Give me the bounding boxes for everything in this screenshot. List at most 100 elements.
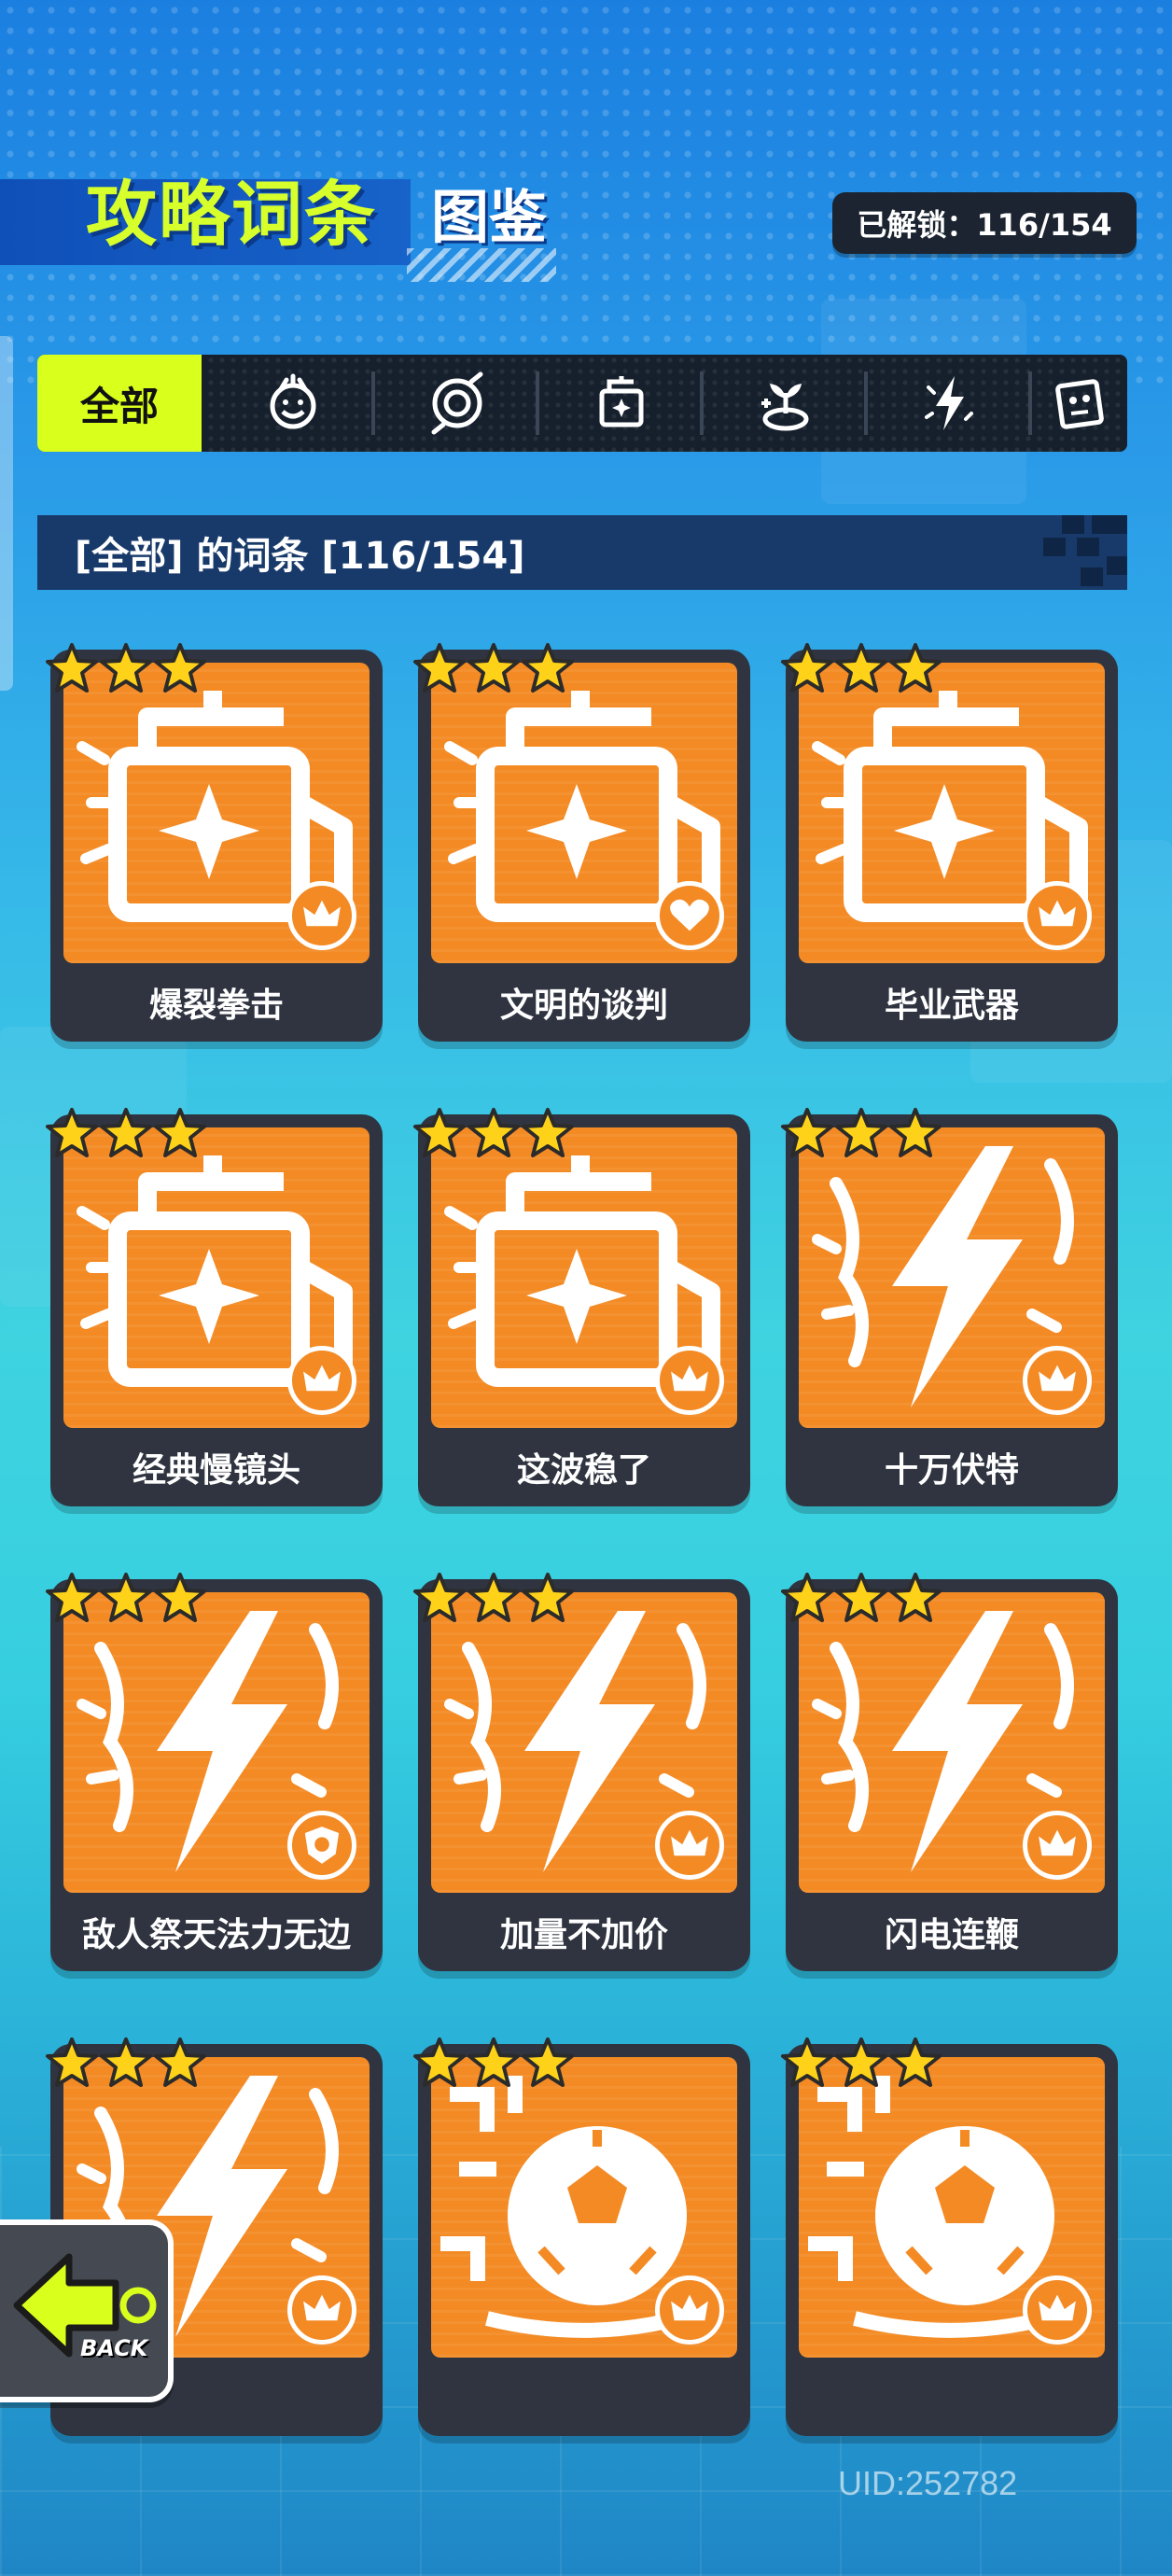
card-artwork (63, 1592, 370, 1893)
crown-icon (655, 2275, 724, 2345)
crown-icon (655, 1346, 724, 1415)
card-name: 毕业武器 (884, 987, 1019, 1025)
section-header: [全部] 的词条 [116/154] (37, 515, 1127, 590)
robot-box-icon (1055, 379, 1104, 429)
card-name (418, 2365, 750, 2429)
entry-card[interactable]: 文明的谈判 (418, 650, 750, 1042)
card-name: 文明的谈判 (499, 987, 668, 1025)
entry-card[interactable] (786, 2044, 1118, 2436)
card-artwork (431, 2057, 737, 2358)
star-icon (521, 1572, 575, 1626)
star-icon (412, 2037, 467, 2091)
crown-icon (1023, 881, 1092, 950)
card-artwork (799, 2057, 1105, 2358)
card-artwork (799, 1592, 1105, 1893)
star-icon (780, 1107, 834, 1161)
star-icon (153, 2037, 207, 2091)
card-name (786, 2365, 1118, 2429)
tab-divider (371, 371, 375, 435)
card-name: 这波稳了 (516, 1451, 651, 1490)
star-icon (888, 1107, 942, 1161)
star-icon (780, 642, 834, 696)
star-rating (45, 1107, 207, 1161)
lightning-icon (925, 376, 973, 430)
back-button[interactable]: BACK (0, 2219, 174, 2402)
shield-icon (287, 1811, 356, 1880)
star-icon (467, 1572, 521, 1626)
tab-lightning[interactable] (872, 355, 1028, 452)
star-icon (888, 642, 942, 696)
card-artwork (799, 663, 1105, 963)
page-subtitle: 图鉴 (431, 183, 548, 251)
star-icon (467, 2037, 521, 2091)
star-icon (467, 1107, 521, 1161)
cannon-device-icon (599, 376, 644, 427)
star-icon (834, 2037, 888, 2091)
card-artwork (63, 663, 370, 963)
star-rating (412, 1107, 575, 1161)
crown-icon (1023, 2275, 1092, 2345)
star-icon (780, 1572, 834, 1626)
star-icon (521, 642, 575, 696)
tab-all[interactable]: 全部 (37, 355, 202, 452)
card-name: 闪电连鞭 (884, 1916, 1019, 1954)
star-rating (45, 1572, 207, 1626)
card-name: 十万伏特 (884, 1451, 1019, 1490)
entry-card[interactable]: 加量不加价 (418, 1579, 750, 1971)
star-rating (780, 2037, 942, 2091)
star-icon (99, 1572, 153, 1626)
star-rating (780, 1572, 942, 1626)
back-label: BACK (80, 2335, 148, 2361)
card-artwork (63, 1127, 370, 1428)
star-icon (888, 1572, 942, 1626)
card-name: 经典慢镜头 (132, 1451, 300, 1490)
tab-healing-plant[interactable] (707, 355, 864, 452)
star-icon (45, 642, 99, 696)
card-artwork (431, 663, 737, 963)
crown-icon (1023, 1346, 1092, 1415)
star-icon (888, 2037, 942, 2091)
star-icon (153, 642, 207, 696)
star-icon (412, 1107, 467, 1161)
entry-card[interactable]: 毕业武器 (786, 650, 1118, 1042)
entry-card[interactable]: 闪电连鞭 (786, 1579, 1118, 1971)
entry-card[interactable]: 这波稳了 (418, 1114, 750, 1506)
card-name: 敌人祭天法力无边 (81, 1916, 351, 1954)
tab-cannon-device[interactable] (543, 355, 700, 452)
crown-icon (287, 881, 356, 950)
star-icon (834, 642, 888, 696)
tab-robot-box[interactable] (1032, 355, 1127, 452)
crown-icon (287, 1346, 356, 1415)
fist-face-icon (270, 373, 316, 429)
star-icon (467, 642, 521, 696)
star-rating (780, 642, 942, 696)
entry-card[interactable] (418, 2044, 750, 2436)
star-rating (412, 1572, 575, 1626)
star-icon (45, 2037, 99, 2091)
tab-divider (864, 371, 868, 435)
tab-divider (700, 371, 704, 435)
entry-card[interactable]: 经典慢镜头 (50, 1114, 383, 1506)
entry-card[interactable]: 敌人祭天法力无边 (50, 1579, 383, 1971)
star-icon (45, 1572, 99, 1626)
star-icon (45, 1107, 99, 1161)
star-icon (521, 1107, 575, 1161)
star-icon (153, 1572, 207, 1626)
crown-icon (655, 1811, 724, 1880)
tab-fist-face[interactable] (215, 355, 371, 452)
tab-spiral-target[interactable] (379, 355, 536, 452)
entry-card[interactable]: 爆裂拳击 (50, 650, 383, 1042)
spiral-target-icon (431, 371, 483, 435)
card-name: 爆裂拳击 (148, 987, 284, 1025)
star-icon (834, 1572, 888, 1626)
section-title: [全部] 的词条 [116/154] (75, 535, 525, 578)
pixel-decoration (1043, 515, 1127, 586)
star-rating (45, 642, 207, 696)
crown-icon (287, 2275, 356, 2345)
star-icon (99, 1107, 153, 1161)
page-title: 攻略词条 (86, 173, 377, 256)
card-name: 加量不加价 (499, 1916, 668, 1954)
entry-card[interactable]: 十万伏特 (786, 1114, 1118, 1506)
tab-divider (536, 371, 539, 435)
heart-icon (655, 881, 724, 950)
